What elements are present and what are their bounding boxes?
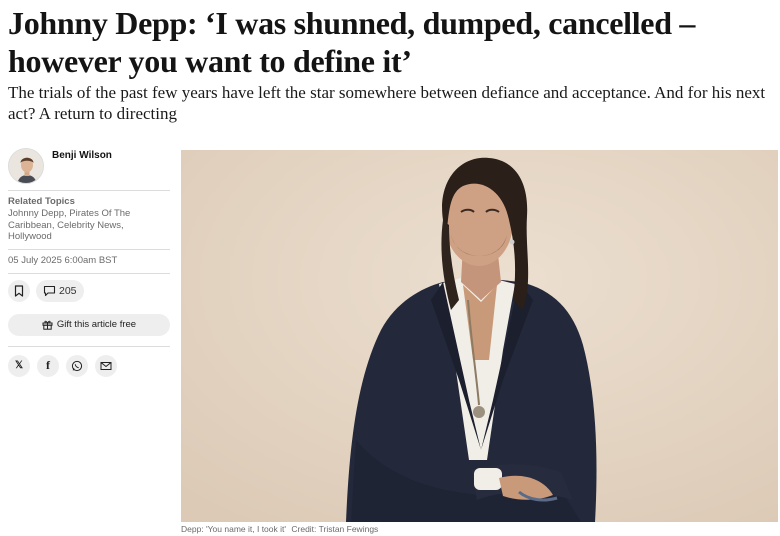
divider: [8, 345, 170, 347]
caption-text: Depp: 'You name it, I took it': [181, 524, 286, 534]
bookmark-button[interactable]: [8, 279, 30, 302]
author-avatar[interactable]: [8, 148, 44, 184]
photo-credit: Credit: Tristan Fewings: [291, 524, 379, 534]
related-topics: Related Topics Johnny Depp, Pirates Of T…: [8, 191, 170, 249]
article-actions: 205: [8, 279, 170, 302]
gift-article-label: Gift this article free: [56, 319, 137, 330]
share-facebook-button[interactable]: f: [37, 354, 59, 377]
author-byline: Benji Wilson: [8, 148, 170, 190]
publish-date: 05 July 2025 6:00am BST: [8, 254, 118, 266]
gift-article-button[interactable]: Gift this article free: [8, 313, 170, 336]
share-whatsapp-button[interactable]: [66, 354, 88, 377]
share-x-button[interactable]: 𝕏: [8, 354, 30, 377]
divider: [8, 272, 170, 274]
whatsapp-icon: [71, 360, 83, 371]
email-icon: [100, 361, 112, 370]
share-email-button[interactable]: [95, 354, 117, 377]
comment-icon: [43, 285, 56, 296]
author-name-link[interactable]: Benji Wilson: [52, 150, 112, 161]
related-topics-label: Related Topics: [8, 196, 75, 207]
related-topics-links[interactable]: Johnny Depp, Pirates Of The Caribbean, C…: [8, 208, 170, 243]
article-standfirst: The trials of the past few years have le…: [8, 83, 766, 123]
comment-count: 205: [59, 284, 77, 297]
facebook-icon: f: [46, 358, 50, 372]
bookmark-icon: [14, 284, 24, 297]
comments-button[interactable]: 205: [36, 279, 84, 302]
portrait-illustration: [181, 150, 778, 522]
share-buttons: 𝕏 f: [8, 354, 170, 377]
x-icon: 𝕏: [14, 360, 24, 371]
article-headline: Johnny Depp: ‘I was shunned, dumped, can…: [8, 5, 696, 79]
gift-icon: [42, 320, 53, 330]
image-caption: Depp: 'You name it, I took it' Credit: T…: [181, 524, 378, 534]
article-main-image: [181, 150, 778, 522]
article-sidebar: Benji Wilson Related Topics Johnny Depp,…: [8, 148, 170, 377]
